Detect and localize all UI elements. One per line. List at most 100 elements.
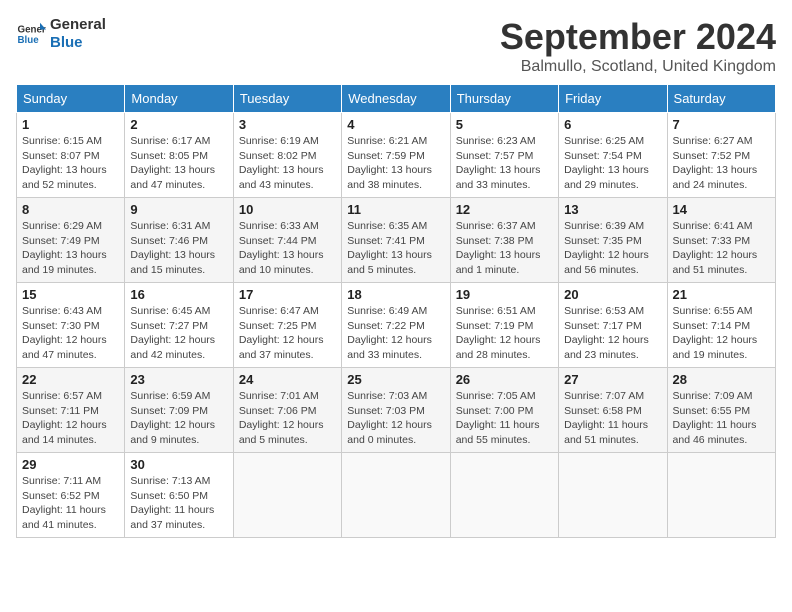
day-number: 20	[564, 287, 661, 302]
day-info: Sunrise: 6:35 AMSunset: 7:41 PMDaylight:…	[347, 219, 444, 278]
week-row-1: 1 Sunrise: 6:15 AMSunset: 8:07 PMDayligh…	[17, 113, 776, 198]
day-info: Sunrise: 7:11 AMSunset: 6:52 PMDaylight:…	[22, 474, 119, 533]
title-block: September 2024 Balmullo, Scotland, Unite…	[500, 16, 776, 76]
day-info: Sunrise: 6:45 AMSunset: 7:27 PMDaylight:…	[130, 304, 227, 363]
day-number: 11	[347, 202, 444, 217]
day-cell-16: 16 Sunrise: 6:45 AMSunset: 7:27 PMDaylig…	[125, 283, 233, 368]
day-cell-9: 9 Sunrise: 6:31 AMSunset: 7:46 PMDayligh…	[125, 198, 233, 283]
day-info: Sunrise: 6:17 AMSunset: 8:05 PMDaylight:…	[130, 134, 227, 193]
day-info: Sunrise: 6:47 AMSunset: 7:25 PMDaylight:…	[239, 304, 336, 363]
day-number: 22	[22, 372, 119, 387]
day-cell-13: 13 Sunrise: 6:39 AMSunset: 7:35 PMDaylig…	[559, 198, 667, 283]
day-cell-23: 23 Sunrise: 6:59 AMSunset: 7:09 PMDaylig…	[125, 368, 233, 453]
calendar-table: SundayMondayTuesdayWednesdayThursdayFrid…	[16, 84, 776, 538]
day-info: Sunrise: 6:51 AMSunset: 7:19 PMDaylight:…	[456, 304, 553, 363]
day-cell-3: 3 Sunrise: 6:19 AMSunset: 8:02 PMDayligh…	[233, 113, 341, 198]
day-cell-2: 2 Sunrise: 6:17 AMSunset: 8:05 PMDayligh…	[125, 113, 233, 198]
svg-text:Blue: Blue	[18, 35, 40, 46]
day-number: 13	[564, 202, 661, 217]
day-number: 12	[456, 202, 553, 217]
day-cell-19: 19 Sunrise: 6:51 AMSunset: 7:19 PMDaylig…	[450, 283, 558, 368]
day-info: Sunrise: 6:27 AMSunset: 7:52 PMDaylight:…	[673, 134, 770, 193]
week-row-2: 8 Sunrise: 6:29 AMSunset: 7:49 PMDayligh…	[17, 198, 776, 283]
day-number: 21	[673, 287, 770, 302]
day-info: Sunrise: 6:33 AMSunset: 7:44 PMDaylight:…	[239, 219, 336, 278]
weekday-header-monday: Monday	[125, 85, 233, 113]
empty-cell	[450, 453, 558, 538]
day-info: Sunrise: 6:29 AMSunset: 7:49 PMDaylight:…	[22, 219, 119, 278]
weekday-header-thursday: Thursday	[450, 85, 558, 113]
day-info: Sunrise: 6:21 AMSunset: 7:59 PMDaylight:…	[347, 134, 444, 193]
day-cell-10: 10 Sunrise: 6:33 AMSunset: 7:44 PMDaylig…	[233, 198, 341, 283]
day-cell-1: 1 Sunrise: 6:15 AMSunset: 8:07 PMDayligh…	[17, 113, 125, 198]
day-info: Sunrise: 6:53 AMSunset: 7:17 PMDaylight:…	[564, 304, 661, 363]
weekday-header-wednesday: Wednesday	[342, 85, 450, 113]
day-number: 23	[130, 372, 227, 387]
day-number: 16	[130, 287, 227, 302]
day-cell-4: 4 Sunrise: 6:21 AMSunset: 7:59 PMDayligh…	[342, 113, 450, 198]
day-info: Sunrise: 6:19 AMSunset: 8:02 PMDaylight:…	[239, 134, 336, 193]
logo-text-blue: Blue	[50, 34, 106, 52]
day-cell-22: 22 Sunrise: 6:57 AMSunset: 7:11 PMDaylig…	[17, 368, 125, 453]
calendar-subtitle: Balmullo, Scotland, United Kingdom	[500, 58, 776, 76]
empty-cell	[233, 453, 341, 538]
day-info: Sunrise: 7:01 AMSunset: 7:06 PMDaylight:…	[239, 389, 336, 448]
day-info: Sunrise: 6:25 AMSunset: 7:54 PMDaylight:…	[564, 134, 661, 193]
day-number: 28	[673, 372, 770, 387]
day-info: Sunrise: 6:43 AMSunset: 7:30 PMDaylight:…	[22, 304, 119, 363]
day-number: 14	[673, 202, 770, 217]
week-row-4: 22 Sunrise: 6:57 AMSunset: 7:11 PMDaylig…	[17, 368, 776, 453]
weekday-header-tuesday: Tuesday	[233, 85, 341, 113]
day-info: Sunrise: 6:41 AMSunset: 7:33 PMDaylight:…	[673, 219, 770, 278]
week-row-3: 15 Sunrise: 6:43 AMSunset: 7:30 PMDaylig…	[17, 283, 776, 368]
day-info: Sunrise: 6:39 AMSunset: 7:35 PMDaylight:…	[564, 219, 661, 278]
day-cell-14: 14 Sunrise: 6:41 AMSunset: 7:33 PMDaylig…	[667, 198, 775, 283]
day-number: 27	[564, 372, 661, 387]
day-info: Sunrise: 6:31 AMSunset: 7:46 PMDaylight:…	[130, 219, 227, 278]
weekday-header-sunday: Sunday	[17, 85, 125, 113]
day-info: Sunrise: 6:49 AMSunset: 7:22 PMDaylight:…	[347, 304, 444, 363]
day-number: 9	[130, 202, 227, 217]
day-cell-24: 24 Sunrise: 7:01 AMSunset: 7:06 PMDaylig…	[233, 368, 341, 453]
day-cell-26: 26 Sunrise: 7:05 AMSunset: 7:00 PMDaylig…	[450, 368, 558, 453]
day-number: 25	[347, 372, 444, 387]
day-cell-28: 28 Sunrise: 7:09 AMSunset: 6:55 PMDaylig…	[667, 368, 775, 453]
day-number: 3	[239, 117, 336, 132]
day-info: Sunrise: 6:23 AMSunset: 7:57 PMDaylight:…	[456, 134, 553, 193]
day-cell-27: 27 Sunrise: 7:07 AMSunset: 6:58 PMDaylig…	[559, 368, 667, 453]
page-header: General Blue General Blue September 2024…	[16, 16, 776, 76]
day-number: 8	[22, 202, 119, 217]
day-number: 15	[22, 287, 119, 302]
day-info: Sunrise: 6:37 AMSunset: 7:38 PMDaylight:…	[456, 219, 553, 278]
day-number: 6	[564, 117, 661, 132]
weekday-header-saturday: Saturday	[667, 85, 775, 113]
logo-icon: General Blue	[16, 19, 46, 49]
day-cell-6: 6 Sunrise: 6:25 AMSunset: 7:54 PMDayligh…	[559, 113, 667, 198]
weekday-header-row: SundayMondayTuesdayWednesdayThursdayFrid…	[17, 85, 776, 113]
day-number: 5	[456, 117, 553, 132]
day-cell-7: 7 Sunrise: 6:27 AMSunset: 7:52 PMDayligh…	[667, 113, 775, 198]
day-info: Sunrise: 6:15 AMSunset: 8:07 PMDaylight:…	[22, 134, 119, 193]
day-cell-5: 5 Sunrise: 6:23 AMSunset: 7:57 PMDayligh…	[450, 113, 558, 198]
day-number: 1	[22, 117, 119, 132]
day-cell-25: 25 Sunrise: 7:03 AMSunset: 7:03 PMDaylig…	[342, 368, 450, 453]
day-number: 30	[130, 457, 227, 472]
day-number: 4	[347, 117, 444, 132]
day-info: Sunrise: 7:09 AMSunset: 6:55 PMDaylight:…	[673, 389, 770, 448]
day-number: 18	[347, 287, 444, 302]
day-cell-21: 21 Sunrise: 6:55 AMSunset: 7:14 PMDaylig…	[667, 283, 775, 368]
calendar-title: September 2024	[500, 16, 776, 58]
day-info: Sunrise: 7:03 AMSunset: 7:03 PMDaylight:…	[347, 389, 444, 448]
logo-text-general: General	[50, 16, 106, 34]
day-number: 7	[673, 117, 770, 132]
day-info: Sunrise: 7:13 AMSunset: 6:50 PMDaylight:…	[130, 474, 227, 533]
day-info: Sunrise: 6:57 AMSunset: 7:11 PMDaylight:…	[22, 389, 119, 448]
day-cell-29: 29 Sunrise: 7:11 AMSunset: 6:52 PMDaylig…	[17, 453, 125, 538]
day-info: Sunrise: 6:59 AMSunset: 7:09 PMDaylight:…	[130, 389, 227, 448]
day-cell-11: 11 Sunrise: 6:35 AMSunset: 7:41 PMDaylig…	[342, 198, 450, 283]
empty-cell	[342, 453, 450, 538]
day-cell-18: 18 Sunrise: 6:49 AMSunset: 7:22 PMDaylig…	[342, 283, 450, 368]
day-info: Sunrise: 7:07 AMSunset: 6:58 PMDaylight:…	[564, 389, 661, 448]
day-info: Sunrise: 7:05 AMSunset: 7:00 PMDaylight:…	[456, 389, 553, 448]
day-cell-20: 20 Sunrise: 6:53 AMSunset: 7:17 PMDaylig…	[559, 283, 667, 368]
